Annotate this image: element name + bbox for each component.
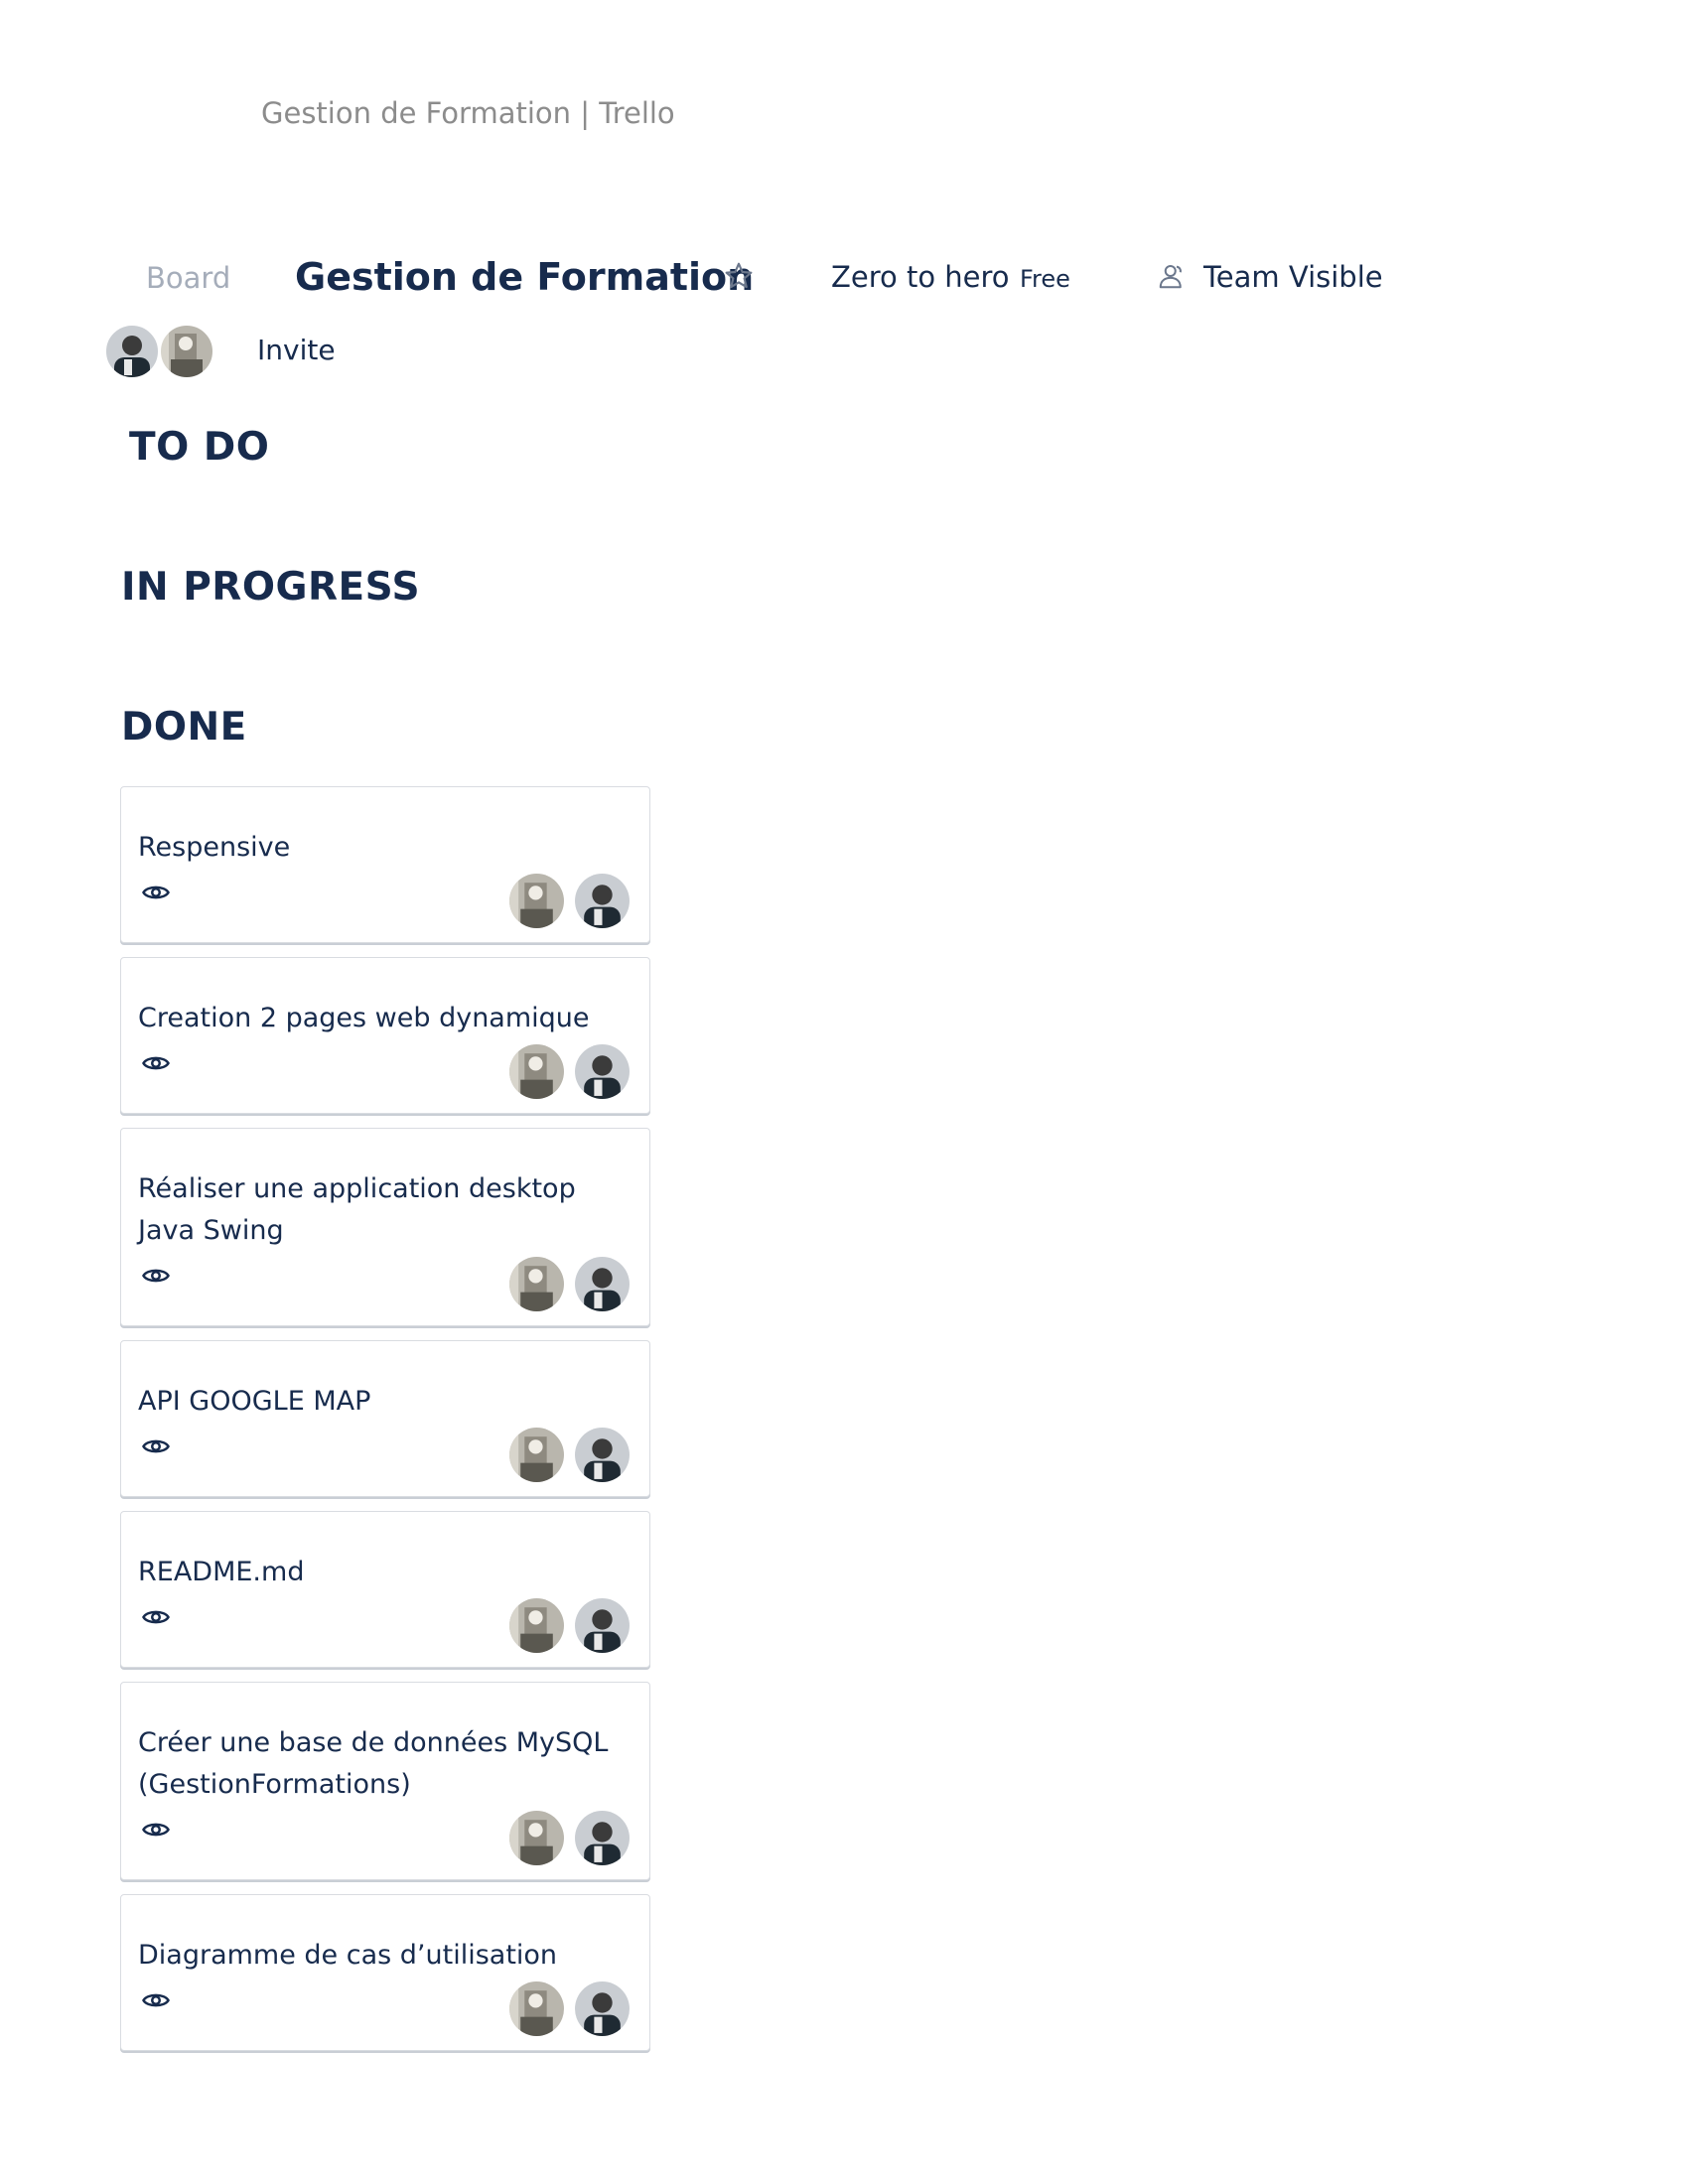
card[interactable]: API GOOGLE MAP <box>120 1340 650 1497</box>
eye-icon <box>142 1823 170 1837</box>
card[interactable]: Réaliser une application desktop Java Sw… <box>120 1128 650 1326</box>
member-avatar[interactable] <box>159 324 214 379</box>
card-badges <box>138 1425 633 1482</box>
member-avatar[interactable] <box>574 1256 631 1312</box>
member-avatar[interactable] <box>574 1427 631 1483</box>
card[interactable]: Diagramme de cas d’utilisation <box>120 1894 650 2051</box>
eye-icon <box>142 1269 170 1283</box>
card-title: README.md <box>138 1557 305 1587</box>
card-title: Diagramme de cas d’utilisation <box>138 1940 558 1971</box>
list-title-todo[interactable]: TO DO <box>129 425 269 470</box>
list-title-done[interactable]: DONE <box>121 705 247 750</box>
card-members <box>508 1427 633 1484</box>
member-avatar[interactable] <box>574 1810 631 1866</box>
card-members <box>508 1597 633 1655</box>
member-avatar[interactable] <box>508 1597 565 1654</box>
eye-icon <box>142 1439 170 1453</box>
member-avatar[interactable] <box>104 324 160 379</box>
list-title-in-progress[interactable]: IN PROGRESS <box>121 565 420 610</box>
member-avatar[interactable] <box>574 873 631 929</box>
member-avatar[interactable] <box>508 1256 565 1312</box>
document-title: Gestion de Formation | Trello <box>261 96 675 130</box>
eye-icon <box>142 1993 170 2007</box>
plan-badge: Free <box>1020 265 1070 293</box>
member-avatar[interactable] <box>508 1810 565 1866</box>
card-title: Réaliser une application desktop Java Sw… <box>138 1173 576 1246</box>
member-avatar[interactable] <box>508 1043 565 1100</box>
eye-icon <box>142 886 170 899</box>
member-avatar[interactable] <box>508 873 565 929</box>
card-badges <box>138 1041 633 1099</box>
board-header: Board Gestion de Formation Zero to hero … <box>0 253 1688 303</box>
member-avatar[interactable] <box>574 1043 631 1100</box>
workspace-name[interactable]: Zero to hero <box>831 260 1010 294</box>
card-members <box>508 1256 633 1313</box>
card-badges <box>138 1254 633 1311</box>
eye-icon <box>142 1056 170 1070</box>
member-avatar[interactable] <box>508 1980 565 2037</box>
member-avatar[interactable] <box>508 1427 565 1483</box>
star-icon[interactable] <box>723 260 755 292</box>
done-card-list: Respensive Creation 2 pages web dynamiqu… <box>120 786 650 2065</box>
card[interactable]: Créer une base de données MySQL (Gestion… <box>120 1682 650 1880</box>
eye-icon <box>142 1610 170 1624</box>
card-members <box>508 1043 633 1101</box>
card-members <box>508 1980 633 2038</box>
team-icon <box>1159 265 1182 289</box>
card[interactable]: Respensive <box>120 786 650 943</box>
card-members <box>508 873 633 930</box>
board-members: Invite <box>104 324 601 381</box>
card-title: API GOOGLE MAP <box>138 1386 371 1417</box>
card-title: Créer une base de données MySQL (Gestion… <box>138 1727 609 1800</box>
card-badges <box>138 1808 633 1865</box>
card-badges <box>138 1979 633 2036</box>
card-badges <box>138 1595 633 1653</box>
member-avatar[interactable] <box>574 1980 631 2037</box>
card-badges <box>138 871 633 928</box>
card-title: Creation 2 pages web dynamique <box>138 1003 590 1033</box>
card[interactable]: README.md <box>120 1511 650 1668</box>
card-title: Respensive <box>138 832 291 863</box>
invite-button[interactable]: Invite <box>257 334 336 366</box>
card[interactable]: Creation 2 pages web dynamique <box>120 957 650 1114</box>
card-members <box>508 1810 633 1867</box>
member-avatar[interactable] <box>574 1597 631 1654</box>
board-title[interactable]: Gestion de Formation <box>295 255 754 299</box>
board-view-link[interactable]: Board <box>146 261 230 295</box>
board-visibility-button[interactable]: Team Visible <box>1203 260 1383 294</box>
